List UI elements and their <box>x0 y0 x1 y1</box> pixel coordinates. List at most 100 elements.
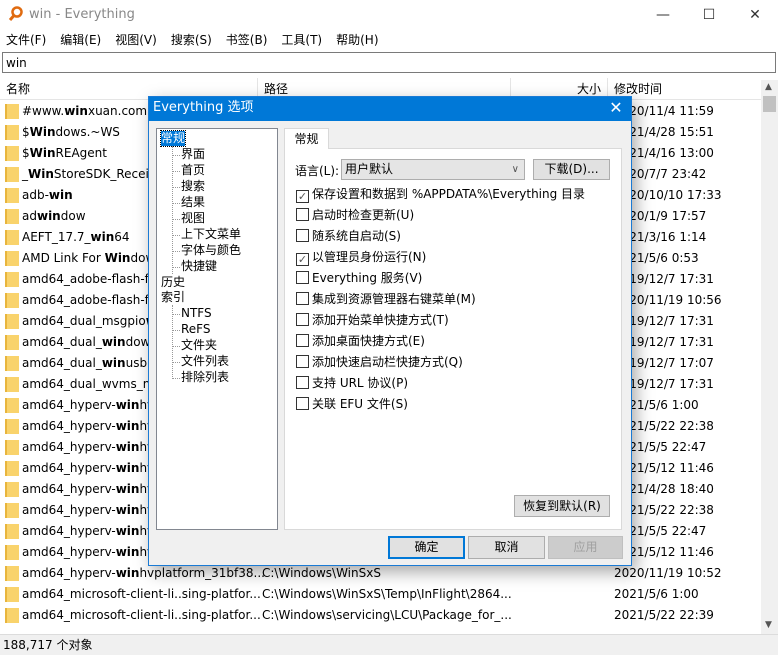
ok-button[interactable]: 确定 <box>388 536 465 559</box>
window-title: win - Everything <box>29 7 135 22</box>
checkbox-checked-icon[interactable]: ✓ <box>296 190 309 203</box>
vertical-scrollbar[interactable]: ▲ ▼ <box>761 80 778 634</box>
option-checkbox[interactable]: 关联 EFU 文件(S) <box>296 395 408 413</box>
tree-item-sub[interactable]: 视图 <box>181 211 205 226</box>
status-bar: 188,717 个对象 <box>0 634 778 655</box>
option-checkbox[interactable]: 支持 URL 协议(P) <box>296 374 408 392</box>
title-bar: win - Everything — ☐ ✕ <box>0 0 778 30</box>
folder-icon <box>5 524 19 539</box>
menu-help[interactable]: 帮助(H) <box>336 30 378 50</box>
modified-date: 2021/5/6 1:00 <box>614 587 699 601</box>
dialog-close-button[interactable]: ✕ <box>601 97 631 121</box>
folder-icon <box>5 545 19 560</box>
option-label: 以管理员身份运行(N) <box>312 250 427 264</box>
option-label: 添加快速启动栏快捷方式(Q) <box>312 355 463 369</box>
tree-item-sub[interactable]: 界面 <box>181 147 205 162</box>
search-input[interactable] <box>2 52 776 73</box>
tree-item-sub[interactable]: 快捷键 <box>181 259 217 274</box>
option-label: 支持 URL 协议(P) <box>312 376 409 390</box>
chevron-down-icon: ∨ <box>511 164 519 175</box>
scroll-up-icon[interactable]: ▲ <box>765 82 772 92</box>
options-tree[interactable]: 常规 界面 首页 搜索 结果 视图 上下文菜单 字体与颜色 快捷键 历史 索引 NTFS ReFS 文件夹… <box>156 128 278 530</box>
close-button[interactable]: ✕ <box>732 0 778 30</box>
folder-icon <box>5 356 19 371</box>
menu-search[interactable]: 搜索(S) <box>171 30 212 50</box>
option-checkbox[interactable]: ✓ 保存设置和数据到 %APPDATA%\Everything 目录 <box>296 185 585 203</box>
option-checkbox[interactable]: 集成到资源管理器右键菜单(M) <box>296 290 476 308</box>
tree-item-general[interactable]: 常规 <box>159 130 187 147</box>
scrollbar-thumb[interactable] <box>763 96 776 112</box>
tree-item-index-sub[interactable]: 排除列表 <box>181 370 229 385</box>
option-label: 启动时检查更新(U) <box>312 208 415 222</box>
minimize-button[interactable]: — <box>640 0 686 30</box>
option-checkbox[interactable]: ✓ 以管理员身份运行(N) <box>296 248 426 266</box>
menu-tools[interactable]: 工具(T) <box>281 30 322 50</box>
option-checkbox[interactable]: 随系统自启动(S) <box>296 227 401 245</box>
option-checkbox[interactable]: 添加桌面快捷方式(E) <box>296 332 425 350</box>
scroll-down-icon[interactable]: ▼ <box>765 620 772 630</box>
cancel-button[interactable]: 取消 <box>468 536 545 559</box>
checkbox-icon[interactable] <box>296 355 309 368</box>
tree-item-index-sub[interactable]: 文件列表 <box>181 354 229 369</box>
checkbox-icon[interactable] <box>296 397 309 410</box>
option-label: 保存设置和数据到 %APPDATA%\Everything 目录 <box>312 187 586 201</box>
tree-item-sub[interactable]: 字体与颜色 <box>181 243 241 258</box>
file-name: adwindow <box>22 209 86 223</box>
tab-general[interactable]: 常规 <box>284 128 329 149</box>
restore-defaults-button[interactable]: 恢复到默认(R) <box>514 495 610 517</box>
tree-item-index-sub[interactable]: ReFS <box>181 322 211 337</box>
menu-bookmarks[interactable]: 书签(B) <box>226 30 268 50</box>
file-name: amd64_hyperv-winhv <box>22 398 155 412</box>
file-name: amd64_hyperv-winhv <box>22 461 155 475</box>
folder-icon <box>5 377 19 392</box>
file-name: AEFT_17.7_win64 <box>22 230 130 244</box>
apply-button[interactable]: 应用 <box>548 536 623 559</box>
folder-icon <box>5 146 19 161</box>
modified-date: 2020/11/19 10:52 <box>614 566 722 580</box>
option-checkbox[interactable]: 添加快速启动栏快捷方式(Q) <box>296 353 463 371</box>
table-row[interactable]: amd64_microsoft-client-li..sing-platfor.… <box>0 584 761 605</box>
menu-view[interactable]: 视图(V) <box>115 30 157 50</box>
tree-item-index-sub[interactable]: 文件夹 <box>181 338 217 353</box>
table-row[interactable]: amd64_microsoft-client-li..sing-platfor.… <box>0 605 761 626</box>
language-select[interactable]: 用户默认 ∨ <box>341 159 525 180</box>
checkbox-icon[interactable] <box>296 376 309 389</box>
option-checkbox[interactable]: 启动时检查更新(U) <box>296 206 414 224</box>
file-name: _WinStoreSDK_Receip <box>22 167 157 181</box>
tree-item-index-sub[interactable]: NTFS <box>181 306 212 321</box>
tree-item-history[interactable]: 历史 <box>161 275 185 290</box>
checkbox-icon[interactable] <box>296 271 309 284</box>
file-path: C:\Windows\servicing\LCU\Package_for_... <box>262 608 512 622</box>
option-checkbox[interactable]: Everything 服务(V) <box>296 269 422 287</box>
tree-item-sub[interactable]: 首页 <box>181 163 205 178</box>
folder-icon <box>5 314 19 329</box>
file-name: amd64_hyperv-winhv <box>22 440 155 454</box>
file-name: amd64_adobe-flash-fo <box>22 272 157 286</box>
folder-icon <box>5 608 19 623</box>
modified-date: 2021/5/22 22:39 <box>614 608 714 622</box>
file-name: amd64_microsoft-client-li..sing-platfor.… <box>22 587 261 601</box>
file-name: amd64_hyperv-winhv <box>22 419 155 433</box>
checkbox-icon[interactable] <box>296 334 309 347</box>
menu-file[interactable]: 文件(F) <box>6 30 46 50</box>
file-name: #www.winxuan.com <box>22 104 148 118</box>
file-name: amd64_microsoft-client-li..sing-platfor.… <box>22 608 261 622</box>
tree-item-sub[interactable]: 结果 <box>181 195 205 210</box>
download-button[interactable]: 下载(D)... <box>533 159 610 180</box>
table-row[interactable]: amd64_hyperv-winhvplatform_31bf38... C:\… <box>0 563 761 584</box>
checkbox-icon[interactable] <box>296 313 309 326</box>
folder-icon <box>5 104 19 119</box>
checkbox-checked-icon[interactable]: ✓ <box>296 253 309 266</box>
menu-edit[interactable]: 编辑(E) <box>60 30 101 50</box>
maximize-button[interactable]: ☐ <box>686 0 732 30</box>
checkbox-icon[interactable] <box>296 292 309 305</box>
option-label: Everything 服务(V) <box>312 271 423 285</box>
checkbox-icon[interactable] <box>296 208 309 221</box>
tree-item-index[interactable]: 索引 <box>161 290 185 305</box>
option-checkbox[interactable]: 添加开始菜单快捷方式(T) <box>296 311 449 329</box>
tree-item-sub[interactable]: 搜索 <box>181 179 205 194</box>
checkbox-icon[interactable] <box>296 229 309 242</box>
file-name: adb-win <box>22 188 73 202</box>
tree-item-sub[interactable]: 上下文菜单 <box>181 227 241 242</box>
folder-icon <box>5 461 19 476</box>
